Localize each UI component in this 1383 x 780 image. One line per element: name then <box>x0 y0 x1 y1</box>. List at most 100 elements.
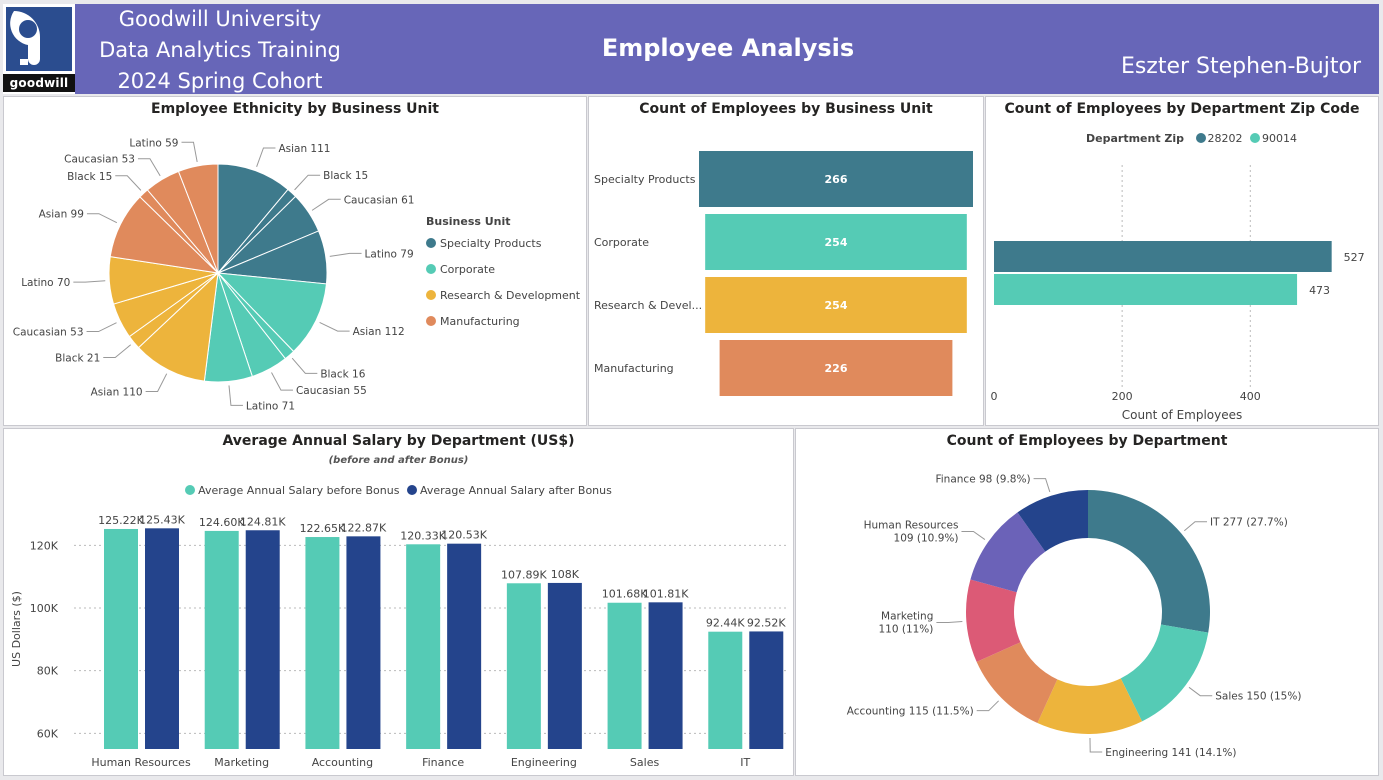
pie-data-label: Black 16 <box>320 368 365 380</box>
legend-dot-icon <box>426 264 436 274</box>
leader-line <box>86 322 117 333</box>
donut-data-label: Sales 150 (15%) <box>1215 691 1301 703</box>
legend-label: Specialty Products <box>440 237 542 250</box>
org-line: Goodwill University <box>118 7 322 31</box>
leader-line <box>936 620 963 624</box>
axis-tick-label: 400 <box>1240 390 1261 403</box>
leader-line <box>976 700 999 712</box>
donut-data-label: IT 277 (27.7%) <box>1210 517 1288 529</box>
bar[interactable] <box>994 241 1332 272</box>
salary-panel[interactable]: Average Annual Salary by Department (US$… <box>3 428 794 776</box>
bar-value-label: 124.60K <box>199 516 245 529</box>
legend-label: Manufacturing <box>440 315 520 328</box>
zip-code-chart[interactable]: 0 200 400 Count of Employees 527 473 <box>986 97 1380 427</box>
leader-line <box>181 141 198 163</box>
bar-value-label: 92.44K <box>706 617 745 630</box>
leader-line <box>137 158 161 177</box>
leader-line <box>115 175 142 191</box>
pie-data-label: Latino 79 <box>365 248 414 260</box>
leader-line <box>1184 521 1208 532</box>
bar[interactable] <box>648 602 683 749</box>
legend-item-rnd[interactable]: Research & Development <box>426 289 580 315</box>
bar-value-label: 101.81K <box>643 587 689 600</box>
bar-value-label: 120.53K <box>441 529 487 542</box>
bar[interactable] <box>447 543 482 749</box>
bar[interactable] <box>145 528 179 749</box>
leader-line <box>103 344 132 358</box>
pie-data-label: Black 21 <box>55 352 100 364</box>
category-label: Finance <box>422 756 464 769</box>
bar[interactable] <box>406 544 441 749</box>
bar[interactable] <box>204 530 239 749</box>
department-donut-chart[interactable]: IT 277 (27.7%) Sales 150 (15%) Engineering… <box>796 429 1380 777</box>
bar-value-label: 254 <box>825 236 848 249</box>
legend-item-corporate[interactable]: Corporate <box>426 263 580 289</box>
pie-data-label: Caucasian 61 <box>344 194 415 206</box>
bar-value-label: 107.89K <box>501 568 547 581</box>
pie-data-label: Asian 99 <box>39 209 84 221</box>
category-label: Human Resources <box>91 756 191 769</box>
ethnicity-pie-panel[interactable]: Employee Ethnicity by Business Unit Asia… <box>3 96 587 426</box>
bar[interactable] <box>305 537 340 749</box>
bar[interactable] <box>245 530 280 749</box>
leader-line <box>271 372 293 391</box>
dashboard-header: goodwill Goodwill University Data Analyt… <box>3 4 1379 94</box>
business-unit-panel[interactable]: Count of Employees by Business Unit Spec… <box>588 96 984 426</box>
zip-code-panel[interactable]: Count of Employees by Department Zip Cod… <box>985 96 1379 426</box>
bar-value-label: 92.52K <box>747 616 786 629</box>
bar-value-label: 124.81K <box>240 515 286 528</box>
pie-data-label: Asian 111 <box>278 143 330 155</box>
legend-item-specialty[interactable]: Specialty Products <box>426 237 580 263</box>
bar-value-label: 108K <box>551 568 580 581</box>
leader-line <box>319 321 350 332</box>
legend-label: Research & Development <box>440 289 581 302</box>
leader-line <box>256 147 276 167</box>
category-label: Specialty Products <box>594 173 696 186</box>
bar[interactable] <box>708 631 743 749</box>
org-title: Goodwill University Data Analytics Train… <box>75 4 365 97</box>
bar[interactable] <box>506 583 541 749</box>
donut-data-label: Accounting 115 (11.5%) <box>847 706 974 718</box>
goodwill-g-icon <box>6 7 72 71</box>
bar[interactable] <box>994 274 1298 305</box>
leader-line <box>86 213 118 224</box>
leader-line <box>73 280 106 283</box>
donut-data-label: Human Resources <box>864 519 959 531</box>
y-axis-title: US Dollars ($) <box>10 591 23 667</box>
pie-data-label: Asian 110 <box>91 387 143 399</box>
business-unit-chart[interactable]: Specialty Products 266 Corporate 254 Researc… <box>589 97 985 427</box>
donut-data-label: 110 (11%) <box>878 624 933 636</box>
salary-chart[interactable]: 60K 80K 100K 120K US Dollars ($) 125.22K125.4… <box>4 429 795 777</box>
donut-slice[interactable] <box>1088 490 1210 633</box>
logo-wordmark: goodwill <box>3 74 75 92</box>
bar-value-label: 266 <box>825 173 848 186</box>
donut-data-label: 109 (10.9%) <box>894 532 959 544</box>
pie-data-label: Black 15 <box>323 170 368 182</box>
department-panel[interactable]: Count of Employees by Department IT 277 … <box>795 428 1379 776</box>
bar-value-label: 122.87K <box>341 521 387 534</box>
bar[interactable] <box>104 528 138 749</box>
legend-dot-icon <box>426 238 436 248</box>
y-tick-label: 80K <box>37 665 59 678</box>
leader-line <box>1188 686 1213 697</box>
legend-item-manufacturing[interactable]: Manufacturing <box>426 315 580 341</box>
x-axis-title: Count of Employees <box>1122 408 1243 422</box>
category-label: Sales <box>630 756 660 769</box>
bar-value-label: 101.68K <box>602 588 648 601</box>
bar[interactable] <box>749 631 784 749</box>
pie-data-label: Latino 70 <box>21 277 70 289</box>
leader-line <box>961 530 986 540</box>
bar[interactable] <box>607 602 642 749</box>
y-tick-label: 100K <box>30 602 59 615</box>
y-tick-label: 60K <box>37 727 59 740</box>
leader-line <box>228 385 243 406</box>
author-name: Eszter Stephen-Bujtor <box>1120 54 1361 79</box>
leader-line <box>329 252 362 257</box>
bar[interactable] <box>547 582 582 749</box>
bar[interactable] <box>346 536 381 749</box>
category-label: Marketing <box>214 756 269 769</box>
bar-value-label: 122.65K <box>300 522 346 535</box>
y-tick-label: 120K <box>30 539 59 552</box>
pie-data-label: Caucasian 55 <box>296 385 367 397</box>
legend-title: Business Unit <box>426 215 511 228</box>
